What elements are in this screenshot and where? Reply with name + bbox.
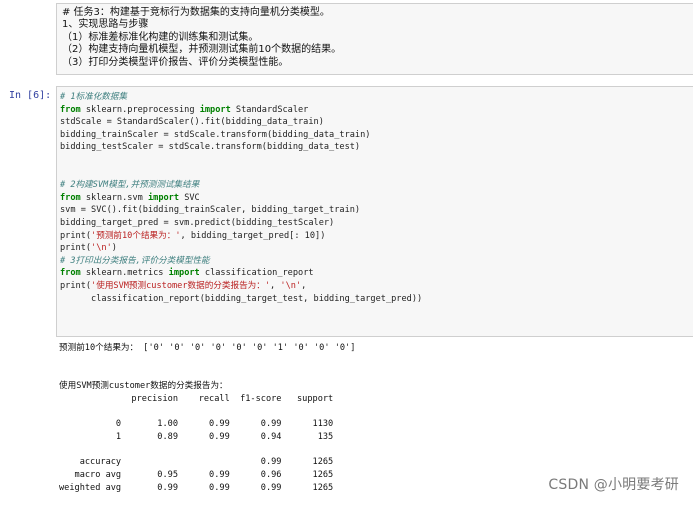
code-line: from sklearn.preprocessing import Standa… [60, 104, 309, 115]
code-line: print('预测前10个结果为：', bidding_target_pred[… [60, 230, 326, 241]
markdown-cell[interactable]: # 任务3：构建基于竞标行为数据集的支持向量机分类模型。 1、实现思路与步骤 （1）… [56, 3, 693, 75]
code-line: bidding_target_pred = svm.predict(biddin… [60, 217, 335, 228]
code-line: # 2构建SVM模型,并预测测试集结果 [60, 180, 200, 191]
code-line: bidding_trainScaler = stdScale.transform… [60, 129, 371, 140]
markdown-line: （2）构建支持向量机模型，并预测测试集前10个数据的结果。 [62, 44, 342, 56]
cell-output: 预测前10个结果为： ['0' '0' '0' '0' '0' '0' '1' … [59, 342, 659, 494]
code-line: # 3打印出分类报告,评价分类模型性能 [60, 255, 210, 266]
code-cell[interactable]: # 1标准化数据集 from sklearn.preprocessing impo… [56, 86, 693, 337]
output-line: 预测前10个结果为： ['0' '0' '0' '0' '0' '0' '1' … [59, 343, 356, 353]
code-line: print('使用SVM预测customer数据的分类报告为：', '\n', [60, 280, 307, 291]
markdown-line: 1、实现思路与步骤 [62, 19, 149, 31]
output-line: precision recall f1-score support [59, 393, 334, 404]
code-line: classification_report(bidding_target_tes… [60, 293, 423, 304]
markdown-line: （1）标准差标准化构建的训练集和测试集。 [62, 31, 259, 43]
cell-prompt: In [6]: [9, 90, 52, 101]
output-line: 0 1.00 0.99 0.99 1130 [59, 419, 334, 430]
code-line: from sklearn.svm import SVC [60, 192, 200, 203]
code-line: stdScale = StandardScaler().fit(bidding_… [60, 117, 324, 128]
markdown-line: （3）打印分类模型评价报告、评价分类模型性能。 [62, 56, 289, 68]
code-line: svm = SVC().fit(bidding_trainScaler, bid… [60, 205, 361, 216]
output-line: 1 0.89 0.99 0.94 135 [59, 431, 334, 442]
output-line: 使用SVM预测customer数据的分类报告为： [59, 381, 228, 392]
watermark: CSDN @小明要考研 [548, 477, 679, 493]
code-line: from sklearn.metrics import classificati… [60, 268, 314, 279]
code-line: bidding_testScaler = stdScale.transform(… [60, 142, 361, 153]
output-line: accuracy 0.99 1265 [59, 457, 334, 468]
code-line: # 1标准化数据集 [60, 92, 128, 102]
code-line: print('\n') [60, 243, 117, 254]
markdown-line: # 任务3：构建基于竞标行为数据集的支持向量机分类模型。 [62, 7, 330, 18]
